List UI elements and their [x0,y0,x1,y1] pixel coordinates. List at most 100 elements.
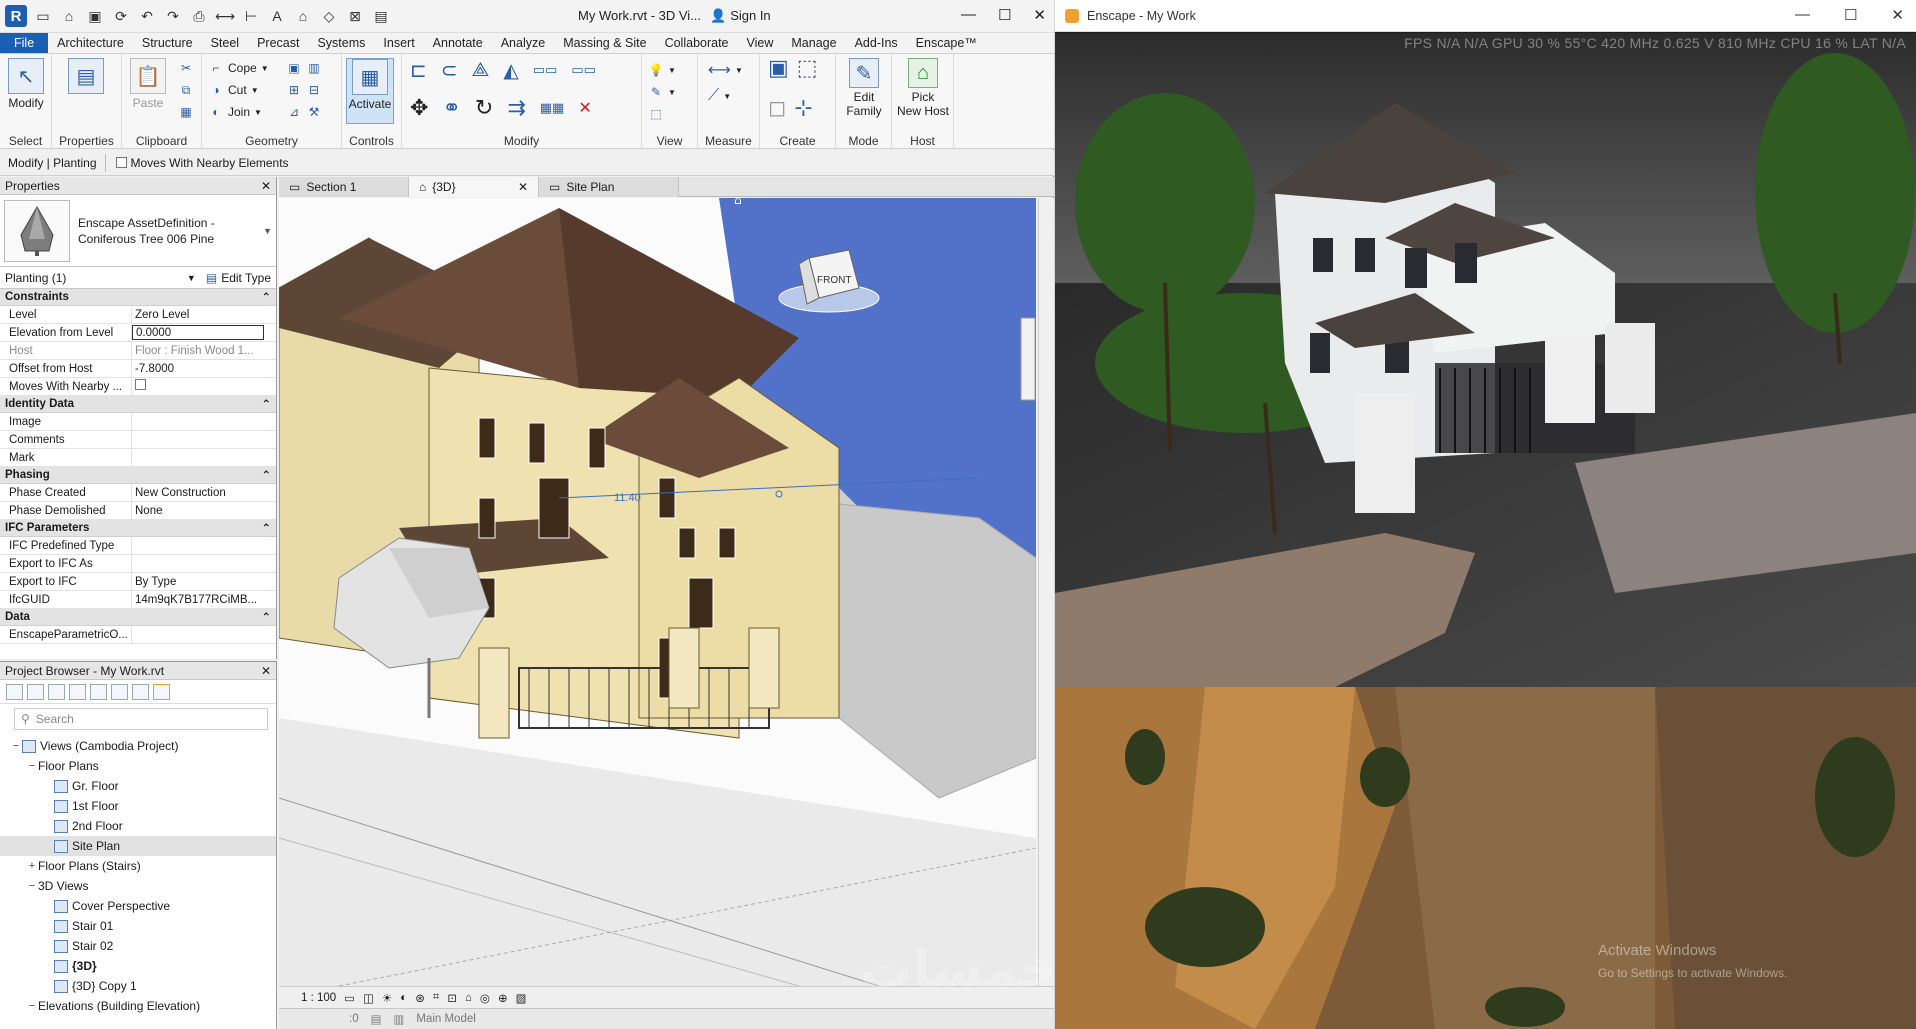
crop-icon[interactable]: ⌗ [433,991,439,1004]
reveal-hidden-icon[interactable]: ⊕ [498,991,508,1005]
join-button[interactable]: ◐ Join ▼ [208,102,262,122]
ribbon-tab-view[interactable]: View [738,33,783,53]
collapse-icon[interactable]: ⌃ [261,468,271,482]
ribbon-tab-precast[interactable]: Precast [248,33,308,53]
collapse-icon[interactable]: ⌃ [261,290,271,304]
minimize-icon[interactable]: — [961,6,976,24]
property-value[interactable]: -7.8000 [132,360,276,377]
chevron-down-icon[interactable]: ▼ [187,273,196,283]
undo-icon[interactable]: ↶ [137,6,157,26]
create-assembly-icon[interactable]: ▣ [768,55,789,81]
aligned-dimension-icon[interactable]: ⊢ [241,6,261,26]
view-tool-1[interactable]: 💡 ▼ [648,60,676,80]
property-value[interactable] [132,537,276,554]
lock-3d-icon[interactable]: ⌂ [465,992,472,1004]
create-similar-icon[interactable]: ⊹ [794,95,812,121]
close-icon[interactable]: ✕ [518,180,528,194]
copy-clip-button[interactable]: ⧉ [178,80,194,100]
rotate-icon[interactable]: ↻ [475,95,493,121]
sheet-icon[interactable] [69,683,86,700]
close-icon[interactable]: ✕ [1033,6,1046,24]
close-hidden-icon[interactable]: ⊠ [345,6,365,26]
browser-tree-item[interactable]: − Floor Plans [0,756,276,776]
ribbon-tab-systems[interactable]: Systems [308,33,374,53]
family-icon[interactable] [90,683,107,700]
property-value[interactable] [132,378,276,395]
browser-tree-item[interactable]: {3D} [0,956,276,976]
property-value[interactable]: By Type [132,573,276,590]
ribbon-tab-enscape-[interactable]: Enscape™ [907,33,986,53]
print-icon[interactable]: ⎙ [189,6,209,26]
view-tool-2[interactable]: ✎ ▼ [648,82,676,102]
measure-tool[interactable]: ⟷ ▼ [708,60,743,80]
edit-type-button[interactable]: ▤ Edit Type [206,271,271,285]
create-parts-icon[interactable]: ⬚ [797,55,818,81]
property-value[interactable] [132,431,276,448]
properties-button[interactable]: ▤ [62,58,110,124]
property-value[interactable]: 0.0000 [132,325,264,340]
group-icon[interactable] [111,683,128,700]
property-group-identity-data[interactable]: Identity Data ⌃ [0,396,276,413]
geometry-tool-1[interactable]: ▣ ▥ [286,58,322,78]
chevron-down-icon[interactable]: ▼ [263,226,272,236]
browser-tree-item[interactable]: Stair 02 [0,936,276,956]
property-value[interactable]: None [132,502,276,519]
property-value[interactable]: Floor : Finish Wood 1... [132,342,276,359]
browser-tree-item[interactable]: 1st Floor [0,796,276,816]
home-icon[interactable] [6,683,23,700]
mirror-axis-icon[interactable]: ⟁ [472,59,490,82]
mirror-draw-icon[interactable]: ◭ [503,58,518,83]
browser-tree-item[interactable]: + Floor Plans (Stairs) [0,856,276,876]
maximize-icon[interactable]: ☐ [1844,6,1857,24]
home-view-icon[interactable]: ⌂ [734,198,742,207]
close-icon[interactable]: ✕ [1891,6,1904,24]
link-icon[interactable] [132,683,149,700]
collapse-icon[interactable]: ⌃ [261,397,271,411]
align-icon[interactable]: ⊏ [410,58,427,83]
property-value[interactable]: 14m9qK7B177RCiMB... [132,591,276,608]
browser-tree-item[interactable]: 2nd Floor [0,816,276,836]
view-tool-3[interactable]: ⬚ [648,104,664,124]
paste-button[interactable]: 📋 Paste [124,58,172,124]
expand-icon[interactable]: + [26,860,38,872]
pick-new-host-button[interactable]: ⌂ Pick New Host [897,58,949,124]
view-tab[interactable]: ⌂ {3D} ✕ [409,177,539,197]
property-value[interactable] [132,555,276,572]
measure-icon[interactable]: ⟷ [215,6,235,26]
ribbon-tab-structure[interactable]: Structure [133,33,202,53]
visual-style-icon[interactable]: ◫ [363,991,374,1005]
delete-icon[interactable]: ✕ [578,98,591,118]
schedule-icon[interactable] [48,683,65,700]
property-group-data[interactable]: Data ⌃ [0,609,276,626]
sync-icon[interactable]: ⟳ [111,6,131,26]
temp-hide-icon[interactable]: ◎ [480,991,490,1005]
sign-in[interactable]: 👤 Sign In [710,8,771,24]
collapse-icon[interactable]: ⌃ [261,521,271,535]
property-value[interactable] [132,413,276,430]
browser-tree-item[interactable]: Stair 01 [0,916,276,936]
select-panel-label[interactable]: Select [0,134,51,148]
dimension-value[interactable]: 11.40 [614,492,641,504]
create-group-icon[interactable]: ◻ [768,95,786,121]
split-icon[interactable]: ▭▭ [533,62,558,78]
collapse-icon[interactable]: − [26,880,38,892]
show-crop-icon[interactable]: ⊡ [447,991,457,1005]
geometry-tool-3[interactable]: ⊿ ⚒ [286,102,322,122]
geometry-tool-2[interactable]: ⊞ ⊟ [286,80,322,100]
ribbon-tab-steel[interactable]: Steel [202,33,249,53]
ribbon-tab-file[interactable]: File [0,33,49,53]
match-type-button[interactable]: ▦ [178,102,194,122]
cut-geometry-button[interactable]: ◑ Cut ▼ [208,80,258,100]
ribbon-tab-massing-site[interactable]: Massing & Site [554,33,655,53]
sun-path-icon[interactable]: ☀ [382,991,392,1005]
modify-button[interactable]: ↖ Modify [2,58,50,124]
save-icon[interactable]: ▣ [85,6,105,26]
redo-icon[interactable]: ↷ [163,6,183,26]
property-group-ifc-parameters[interactable]: IFC Parameters ⌃ [0,520,276,537]
property-group-constraints[interactable]: Constraints ⌃ [0,289,276,306]
property-checkbox[interactable] [135,379,146,390]
folder-icon[interactable]: ⌂ [59,6,79,26]
open-icon[interactable]: ▭ [33,6,53,26]
view-tab[interactable]: ▭ Section 1 [279,177,409,197]
move-icon[interactable]: ✥ [410,95,428,121]
